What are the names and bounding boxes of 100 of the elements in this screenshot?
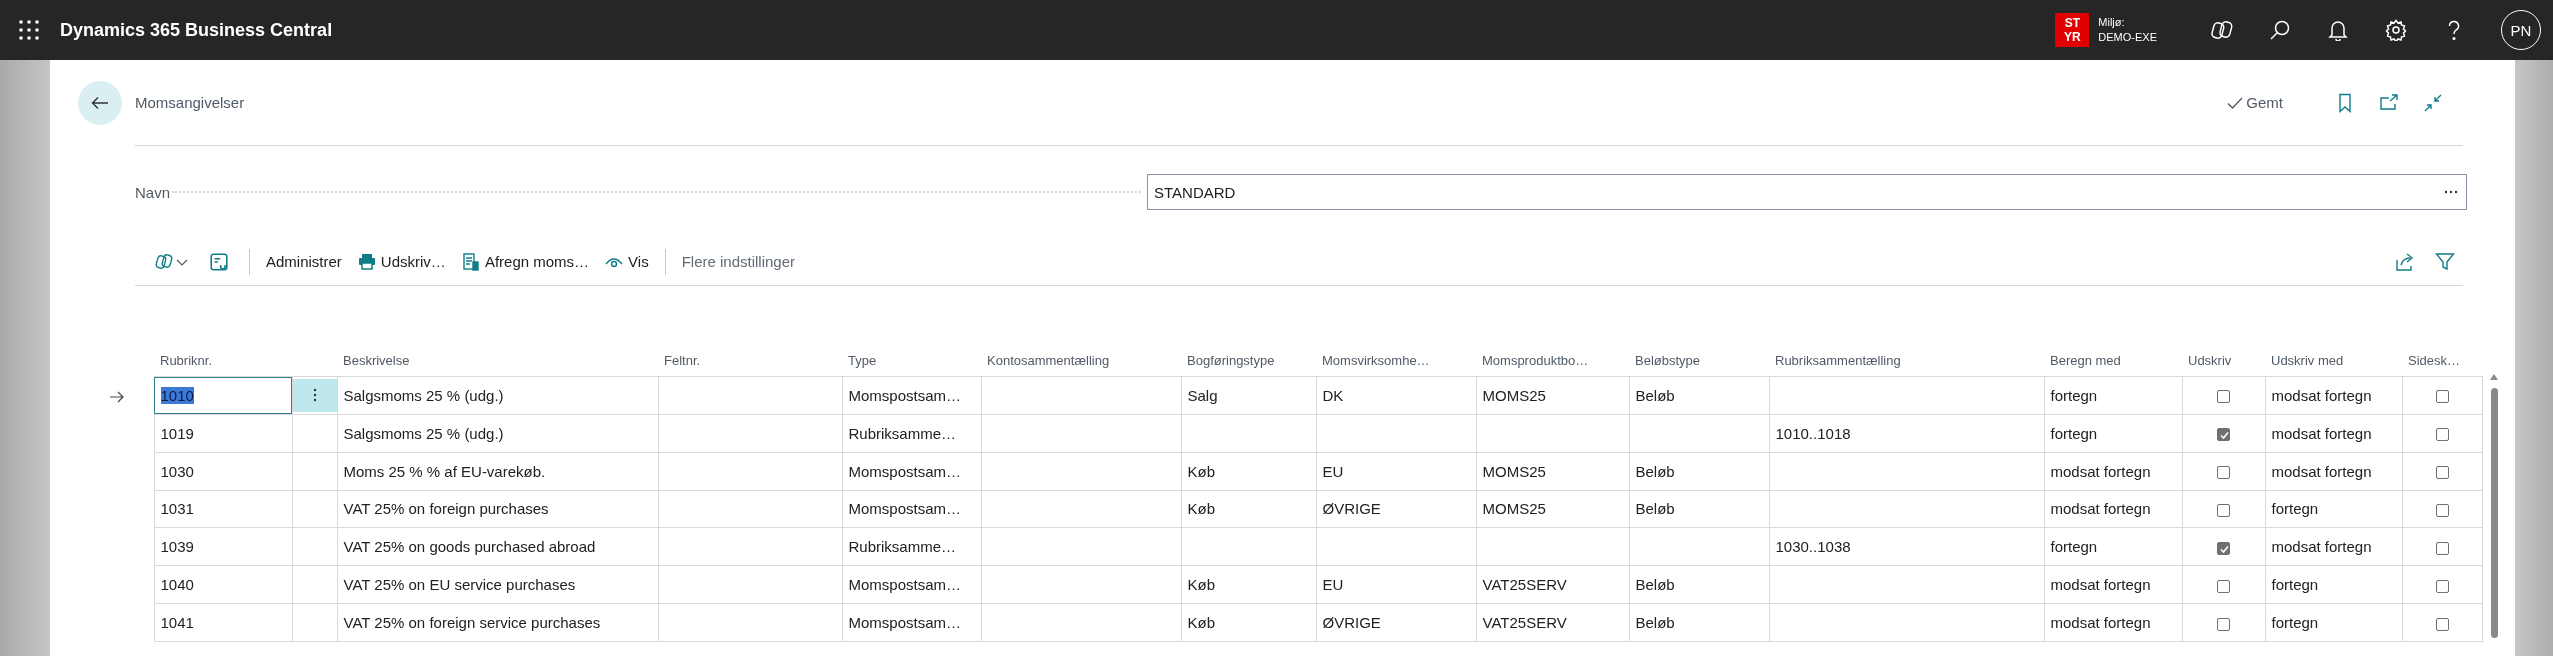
scrollbar-thumb[interactable]	[2490, 388, 2498, 638]
table-cell: Beløb	[1629, 565, 1769, 604]
table-cell: Momspostsam…	[842, 452, 981, 491]
scroll-up-icon[interactable]	[2489, 374, 2498, 380]
table-cell[interactable]: 1030	[154, 452, 292, 491]
column-header[interactable]: Kontosammentælling	[981, 332, 1181, 377]
checkmark-icon	[2227, 95, 2244, 110]
column-header[interactable]: Sidesk…	[2402, 332, 2482, 377]
settings-icon[interactable]	[2385, 19, 2407, 41]
column-header[interactable]: Momsproduktbo…	[1476, 332, 1629, 377]
collapse-icon[interactable]	[2423, 92, 2443, 113]
checkbox[interactable]	[2217, 428, 2230, 442]
checkbox[interactable]	[2435, 428, 2449, 442]
table-cell: modsat fortegn	[2044, 490, 2182, 528]
table-cell: modsat fortegn	[2265, 414, 2402, 453]
checkbox[interactable]	[2217, 541, 2230, 555]
table-cell: Moms 25 % % af EU-varekøb.	[337, 452, 658, 491]
table-cell: VAT 25% on foreign service purchases	[337, 603, 658, 642]
table-cell: Rubriksamme…	[842, 414, 981, 453]
column-header[interactable]: Momsvirksomhe…	[1316, 332, 1476, 377]
checkbox[interactable]	[2435, 579, 2449, 593]
table-cell: Momspostsam…	[842, 376, 981, 415]
filter-icon[interactable]	[2435, 251, 2455, 272]
table-cell: VAT25SERV	[1476, 565, 1629, 604]
toolbar-button[interactable]: Administrer	[258, 249, 350, 274]
table-cell: fortegn	[2265, 490, 2402, 528]
table-cell: fortegn	[2265, 603, 2402, 642]
checkbox[interactable]	[2217, 466, 2230, 480]
environment-label: Miljø:	[2098, 15, 2126, 30]
table-cell: EU	[1316, 452, 1476, 491]
column-header[interactable]: Type	[842, 332, 981, 377]
table-cell: Salgsmoms 25 % (udg.)	[337, 376, 658, 415]
copilot-icon[interactable]	[2211, 19, 2233, 41]
bell-icon[interactable]	[2327, 19, 2349, 41]
table-cell: modsat fortegn	[2265, 527, 2402, 566]
table-cell: MOMS25	[1476, 376, 1629, 415]
column-header[interactable]: Rubriknr.	[154, 332, 292, 377]
back-button[interactable]	[78, 80, 122, 125]
table-cell: MOMS25	[1476, 490, 1629, 528]
name-field[interactable]: STANDARD	[1147, 174, 2467, 210]
table-cell: modsat fortegn	[2044, 452, 2182, 491]
environment-badge: ST YR	[2055, 13, 2090, 47]
table-cell: Køb	[1181, 565, 1316, 604]
table-cell: fortegn	[2044, 527, 2182, 566]
checkbox[interactable]	[2217, 504, 2230, 517]
more-options-button[interactable]: Flere indstillinger	[673, 249, 804, 274]
table-cell: Køb	[1181, 490, 1316, 528]
checkbox[interactable]	[2435, 541, 2449, 555]
app-launcher-icon[interactable]	[18, 19, 40, 41]
table-cell: Beløb	[1629, 376, 1769, 415]
share-icon[interactable]	[2395, 251, 2415, 272]
table-cell: fortegn	[2044, 414, 2182, 453]
open-in-new-window-icon[interactable]	[2379, 92, 2399, 113]
toolbar-button[interactable]: Udskriv…	[349, 248, 454, 275]
checkbox[interactable]	[2435, 504, 2449, 517]
column-header[interactable]: Feltnr.	[658, 332, 842, 377]
column-header[interactable]: Beregn med	[2044, 332, 2182, 377]
table-cell: ØVRIGE	[1316, 603, 1476, 642]
app-title[interactable]: Dynamics 365 Business Central	[60, 19, 333, 41]
column-header[interactable]: Beskrivelse	[337, 332, 658, 377]
table-cell[interactable]: 1031	[154, 490, 292, 528]
arrow-right-icon	[108, 390, 125, 403]
table-cell[interactable]: 1010	[154, 376, 292, 415]
copilot-icon	[155, 252, 175, 271]
table-cell: 1010..1018	[1769, 414, 2044, 453]
checkbox[interactable]	[2217, 579, 2230, 593]
table-cell: Salg	[1181, 376, 1316, 415]
edit-list-icon[interactable]	[209, 251, 229, 272]
table-cell[interactable]: 1040	[154, 565, 292, 604]
column-header[interactable]: Beløbstype	[1629, 332, 1769, 377]
more-vertical-icon	[312, 388, 317, 403]
table-cell: VAT 25% on foreign purchases	[337, 490, 658, 528]
table-cell: ØVRIGE	[1316, 490, 1476, 528]
table-cell[interactable]: 1019	[154, 414, 292, 453]
toolbar-button[interactable]: Vis	[597, 248, 657, 275]
table-cell: Rubriksamme…	[842, 527, 981, 566]
table-cell: VAT 25% on EU service purchases	[337, 565, 658, 604]
more-icon[interactable]	[2444, 190, 2458, 194]
search-icon[interactable]	[2269, 19, 2291, 41]
table-cell: EU	[1316, 565, 1476, 604]
table-cell: Momspostsam…	[842, 490, 981, 528]
table-cell: 1030..1038	[1769, 527, 2044, 566]
table-cell: MOMS25	[1476, 452, 1629, 491]
column-header[interactable]: Udskriv med	[2265, 332, 2402, 377]
column-header[interactable]: Rubriksammentælling	[1769, 332, 2044, 377]
table-cell[interactable]: 1041	[154, 603, 292, 642]
checkmark-icon	[2219, 430, 2230, 442]
checkbox[interactable]	[2217, 390, 2230, 404]
column-header[interactable]: Udskriv	[2182, 332, 2265, 377]
checkbox[interactable]	[2217, 617, 2230, 631]
table-cell: Momspostsam…	[842, 565, 981, 604]
checkbox[interactable]	[2435, 390, 2449, 404]
table-cell: modsat fortegn	[2044, 565, 2182, 604]
table-cell: fortegn	[2044, 376, 2182, 415]
checkbox[interactable]	[2435, 466, 2449, 480]
column-header[interactable]: Bogføringstype	[1181, 332, 1316, 377]
checkbox[interactable]	[2435, 617, 2449, 631]
table-cell[interactable]: 1039	[154, 527, 292, 566]
toolbar-button[interactable]: Afregn moms…	[453, 248, 598, 275]
table-cell: modsat fortegn	[2265, 376, 2402, 415]
